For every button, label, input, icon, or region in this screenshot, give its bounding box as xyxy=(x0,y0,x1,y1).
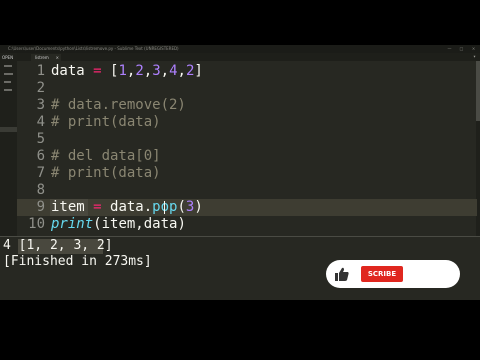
code-line[interactable]: 9 item = data.pop(3) xyxy=(17,199,477,216)
sidebar-item[interactable] xyxy=(4,81,11,83)
code-token: # del data[0] xyxy=(51,148,161,164)
code-line[interactable]: 3 # data.remove(2) xyxy=(17,97,477,114)
line-number: 4 xyxy=(36,114,45,130)
code-token: # print(data) xyxy=(51,114,161,130)
code-token: = xyxy=(93,63,102,79)
window-title: C:\Users\user\Documents\python\Lists\lis… xyxy=(8,46,179,51)
code-token: item xyxy=(51,199,94,215)
letterbox-top xyxy=(0,0,480,45)
code-text: # del data[0] xyxy=(51,148,161,165)
tab-dropdown-icon[interactable]: ▾ xyxy=(473,53,476,61)
code-line[interactable]: 10 print(item,data) xyxy=(17,216,477,233)
code-line[interactable]: 6 # del data[0] xyxy=(17,148,477,165)
code-text: data = [1,2,3,4,2] xyxy=(51,63,203,80)
line-number: 9 xyxy=(36,199,45,215)
code-token: , xyxy=(160,63,170,79)
code-token: # print(data) xyxy=(51,165,161,181)
code-line[interactable]: 1 data = [1,2,3,4,2] xyxy=(17,63,477,80)
code-line[interactable]: 7 # print(data) xyxy=(17,165,477,182)
code-token: print xyxy=(51,216,94,232)
code-line[interactable]: 4 # print(data) xyxy=(17,114,477,131)
code-token: 1 xyxy=(118,63,127,79)
code-line[interactable]: 8 xyxy=(17,182,477,199)
sidebar-selected-item[interactable] xyxy=(0,127,17,132)
minimize-button[interactable]: — xyxy=(447,45,452,53)
sidebar-item[interactable] xyxy=(4,65,12,67)
window-controls: — □ × xyxy=(447,45,476,53)
code-token: , xyxy=(177,63,186,79)
code-editor[interactable]: 1 data = [1,2,3,4,2] 2 3 # data.remove(2) 4 # … xyxy=(17,61,480,236)
code-line[interactable]: 5 xyxy=(17,131,477,148)
sidebar-item[interactable] xyxy=(4,73,13,75)
close-button[interactable]: × xyxy=(471,45,476,53)
subscribe-button[interactable]: SCRIBE xyxy=(361,266,403,282)
code-token: [ xyxy=(101,63,119,79)
code-token: (item,data) xyxy=(93,216,186,232)
code-token: , xyxy=(143,63,153,79)
line-number: 6 xyxy=(36,148,45,164)
output-line: 4 [1, 2, 3, 2] xyxy=(3,238,113,253)
code-token: ] xyxy=(194,63,203,79)
code-text: # print(data) xyxy=(51,114,161,131)
code-token: = xyxy=(93,199,102,215)
line-number: 3 xyxy=(36,97,45,113)
code-token: ( xyxy=(177,199,186,215)
maximize-button[interactable]: □ xyxy=(459,45,464,53)
sidebar: OPEN xyxy=(0,53,17,236)
line-number: 8 xyxy=(36,182,45,198)
code-token: data xyxy=(51,63,94,79)
code-token: 4 xyxy=(169,63,178,79)
tab-label: listrem xyxy=(35,55,49,60)
line-number: 1 xyxy=(36,63,45,79)
line-number: 10 xyxy=(28,216,45,232)
line-number: 2 xyxy=(36,80,45,96)
code-token: 3 xyxy=(152,63,161,79)
code-text: item = data.pop(3) xyxy=(51,199,203,216)
line-number: 5 xyxy=(36,131,45,147)
code-token: # data.remove(2) xyxy=(51,97,186,113)
code-token: ) xyxy=(194,199,203,215)
sidebar-item[interactable] xyxy=(4,89,12,91)
code-text: print(item,data) xyxy=(51,216,186,233)
subscribe-overlay: SCRIBE xyxy=(326,260,460,288)
title-bar: C:\Users\user\Documents\python\Lists\lis… xyxy=(0,45,480,53)
output-line: [Finished in 273ms] xyxy=(3,254,152,269)
code-text: # data.remove(2) xyxy=(51,97,186,114)
code-token: data. xyxy=(101,199,153,215)
code-token: 2 xyxy=(135,63,144,79)
thumbs-up-icon[interactable] xyxy=(334,266,350,282)
code-line[interactable]: 2 xyxy=(17,80,477,97)
tab-listremove[interactable]: listrem × xyxy=(31,54,61,61)
sidebar-header: OPEN xyxy=(2,55,14,60)
tab-close-icon[interactable]: × xyxy=(56,54,59,61)
letterbox-bottom xyxy=(0,300,480,360)
text-cursor xyxy=(164,201,165,214)
tab-bar: listrem × ▾ xyxy=(17,53,480,61)
code-text: # print(data) xyxy=(51,165,161,182)
line-number: 7 xyxy=(36,165,45,181)
